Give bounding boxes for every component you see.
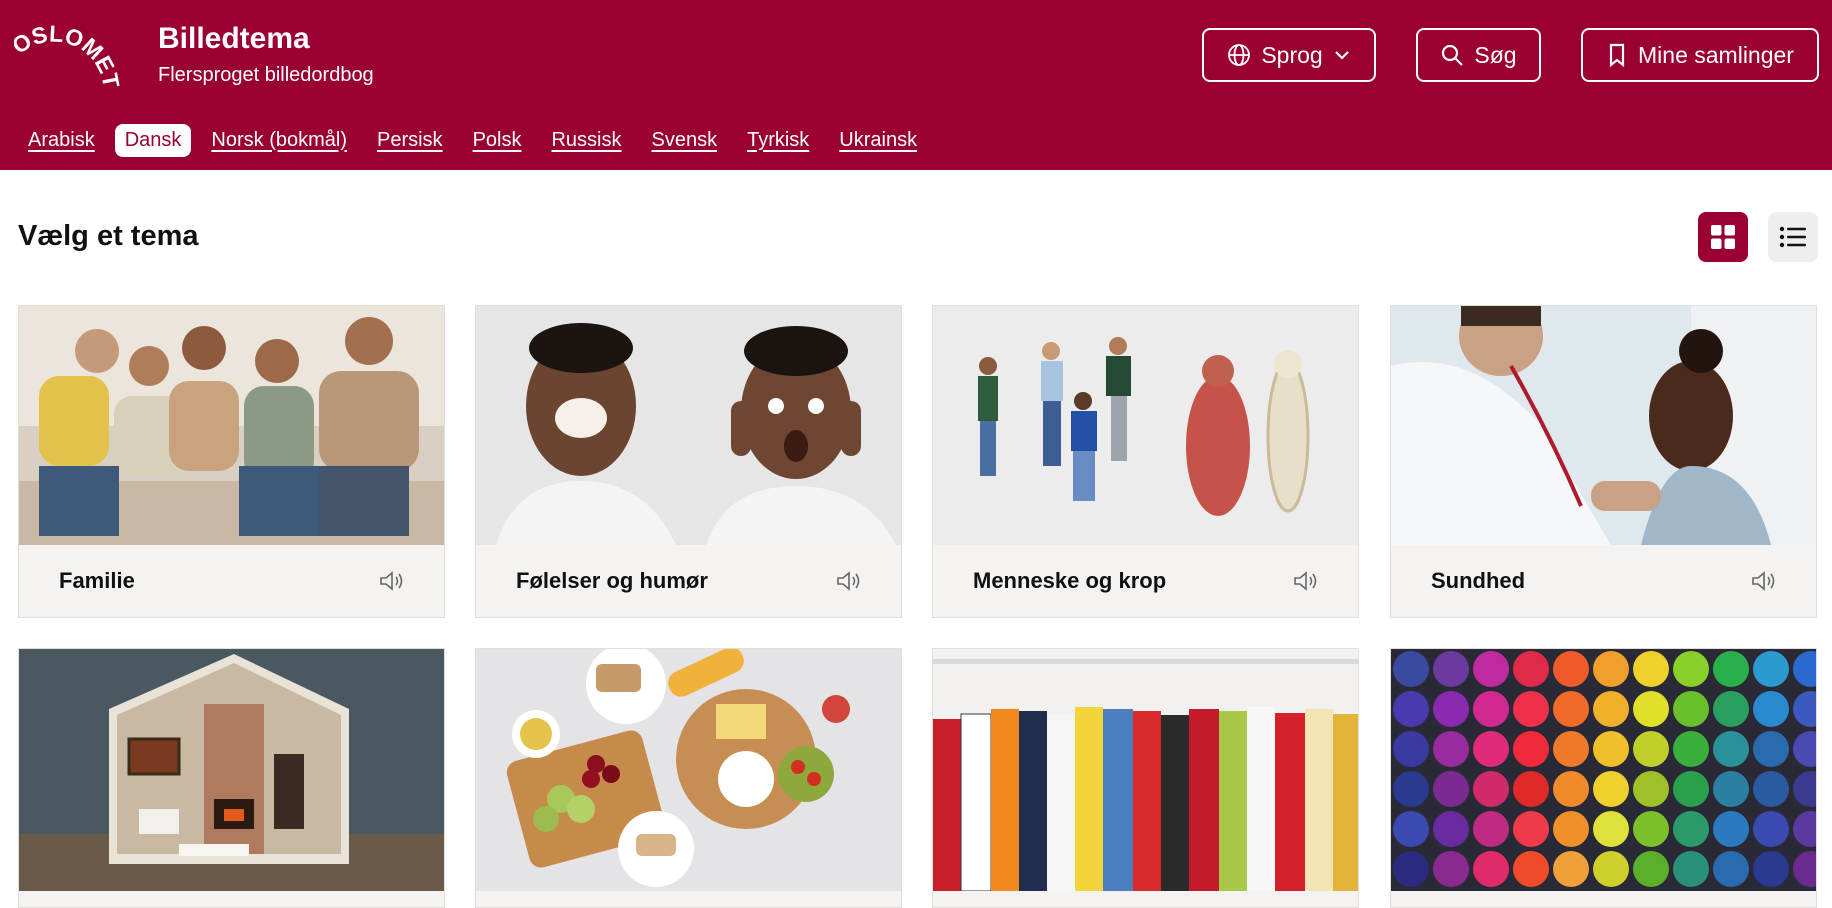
theme-card-familie[interactable]: Familie: [18, 305, 445, 618]
theme-label-row: Sundhed: [1391, 545, 1816, 617]
theme-label: Menneske og krop: [973, 568, 1167, 593]
theme-card-farver[interactable]: [1390, 648, 1817, 908]
theme-image: [1391, 306, 1816, 545]
lang-tab-persisk[interactable]: Persisk: [367, 124, 453, 157]
language-tabs: Arabisk Dansk Norsk (bokmål) Persisk Pol…: [18, 122, 937, 158]
lang-tab-ukrainsk[interactable]: Ukrainsk: [829, 124, 927, 157]
site-title[interactable]: Billedtema: [158, 22, 310, 56]
theme-image: [933, 649, 1358, 891]
chevron-down-icon: [1334, 51, 1349, 60]
theme-card-menneske[interactable]: Menneske og krop: [932, 305, 1359, 618]
theme-image: [476, 649, 901, 891]
my-collections-label: Mine samlinger: [1638, 41, 1794, 68]
globe-icon: [1228, 44, 1251, 66]
site-header: OSLOMET Billedtema Flersproget billedord…: [0, 0, 1832, 170]
search-button-label: Søg: [1474, 41, 1517, 68]
theme-label: Følelser og humør: [516, 568, 708, 593]
theme-card-mad[interactable]: [475, 648, 902, 908]
oslomet-logo[interactable]: OSLOMET: [14, 22, 126, 102]
speaker-icon[interactable]: [378, 568, 404, 594]
speaker-icon[interactable]: [835, 568, 861, 594]
search-button[interactable]: Søg: [1416, 28, 1541, 82]
page-title: Vælg et tema: [18, 220, 199, 252]
lang-tab-russisk[interactable]: Russisk: [541, 124, 631, 157]
theme-card-hjem[interactable]: [18, 648, 445, 908]
theme-label: Sundhed: [1431, 568, 1526, 593]
site-subtitle: Flersproget billedordbog: [158, 64, 374, 86]
speaker-icon[interactable]: [1292, 568, 1318, 594]
theme-image: [933, 306, 1358, 545]
search-icon: [1442, 44, 1464, 66]
lang-tab-norsk[interactable]: Norsk (bokmål): [201, 124, 357, 157]
lang-tab-arabisk[interactable]: Arabisk: [18, 124, 105, 157]
lang-tab-dansk[interactable]: Dansk: [114, 123, 192, 157]
list-view-button[interactable]: [1768, 212, 1818, 262]
theme-label-row: Menneske og krop: [933, 545, 1358, 617]
theme-image: [1391, 649, 1816, 891]
speaker-icon[interactable]: [1750, 568, 1776, 594]
logo-text: OSLOMET: [14, 22, 126, 102]
lang-tab-polsk[interactable]: Polsk: [463, 124, 532, 157]
theme-image: [19, 306, 444, 545]
theme-card-toj[interactable]: [932, 648, 1359, 908]
theme-label-row: Følelser og humør: [476, 545, 901, 617]
svg-text:OSLOMET: OSLOMET: [14, 22, 126, 102]
lang-tab-tyrkisk[interactable]: Tyrkisk: [737, 124, 819, 157]
bookmark-icon: [1609, 43, 1625, 67]
theme-label-row: Familie: [19, 545, 444, 617]
theme-card-folelser[interactable]: Følelser og humør: [475, 305, 902, 618]
lang-tab-svensk[interactable]: Svensk: [641, 124, 727, 157]
theme-label: Familie: [59, 568, 135, 593]
theme-image: [476, 306, 901, 545]
theme-image: [19, 649, 444, 891]
language-button-label: Sprog: [1261, 41, 1323, 68]
theme-card-sundhed[interactable]: Sundhed: [1390, 305, 1817, 618]
list-icon: [1779, 226, 1806, 248]
grid-view-button[interactable]: [1698, 212, 1748, 262]
grid-icon: [1711, 225, 1735, 249]
my-collections-button[interactable]: Mine samlinger: [1581, 28, 1819, 82]
language-button[interactable]: Sprog: [1202, 28, 1376, 82]
